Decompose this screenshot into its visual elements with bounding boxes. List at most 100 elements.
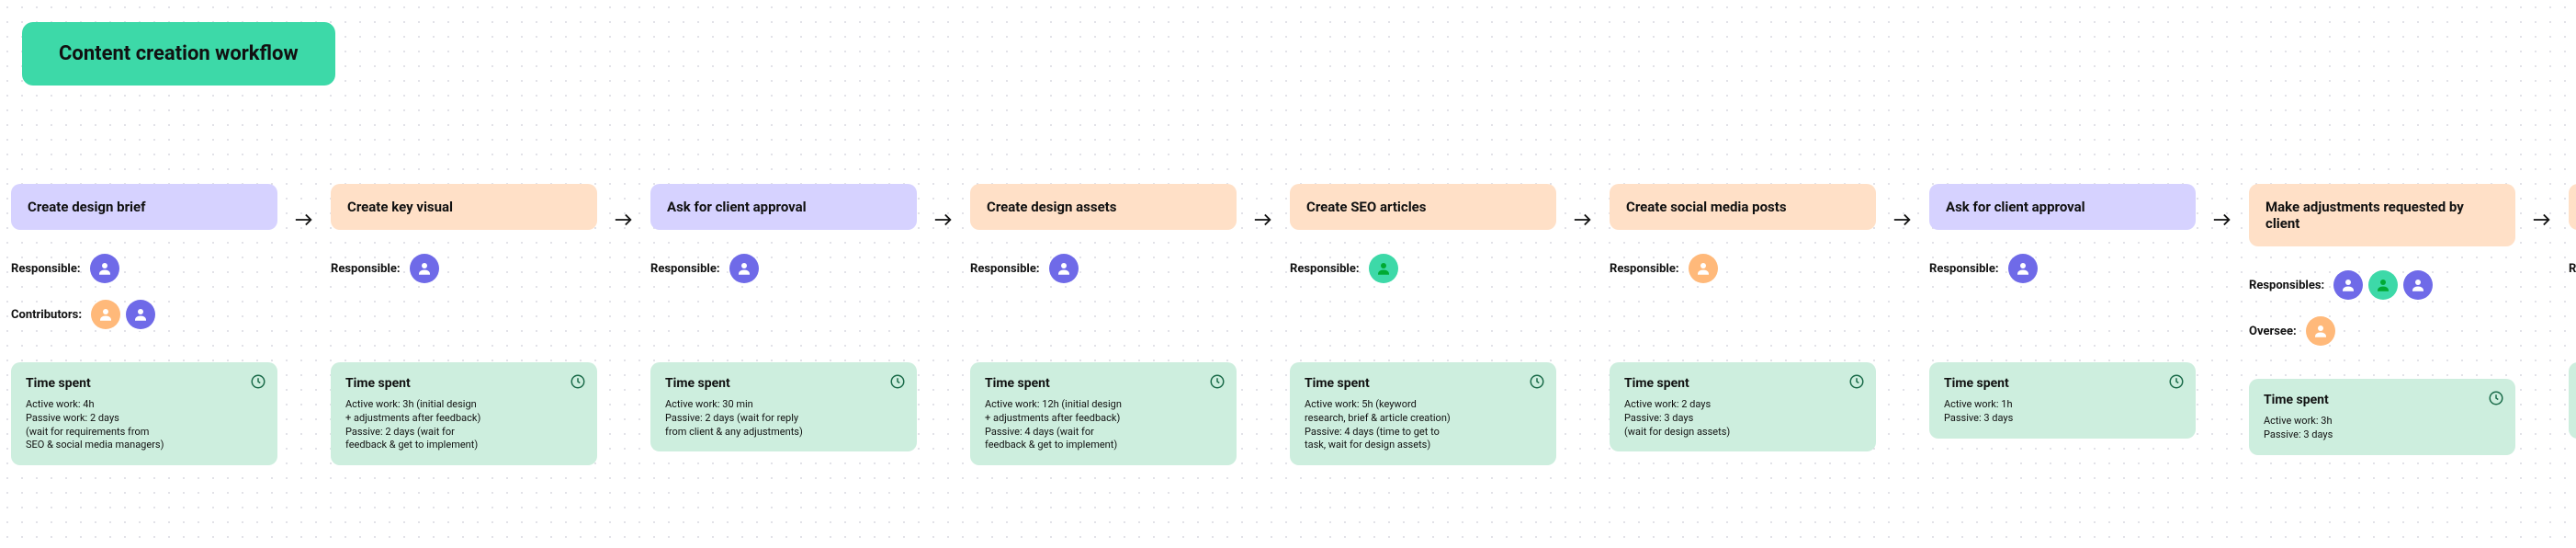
time-heading: Time spent — [1624, 375, 1861, 393]
arrow-icon — [614, 211, 634, 228]
people-block: Responsible: — [331, 254, 597, 346]
arrow-icon — [933, 211, 954, 228]
avatar[interactable] — [2403, 270, 2433, 300]
time-line: Active work: 12h (initial design — [985, 398, 1222, 412]
people-label: Oversee: — [2249, 325, 2297, 338]
workflow-step: Create design brief Responsible: Contribut… — [11, 184, 277, 465]
time-heading: Time spent — [665, 375, 902, 393]
people-block: Responsible: — [650, 254, 917, 346]
people-block: Responsible: — [2569, 254, 2576, 346]
time-card: Time spent Active work: 1hPassive: 3 days — [1929, 362, 2196, 439]
arrow-icon — [1892, 211, 1913, 228]
people-row: Responsible: — [1290, 254, 1556, 283]
avatar-group — [91, 300, 155, 329]
step-title: Create social media posts — [1626, 199, 1787, 215]
time-line: Passive: 3 days — [1944, 412, 2181, 426]
step-title: Create SEO articles — [1306, 199, 1426, 215]
clock-icon — [2488, 390, 2504, 406]
step-card[interactable]: Ask for client approval — [650, 184, 917, 230]
avatar-group — [2333, 270, 2433, 300]
workflow-title: Content creation workflow — [22, 22, 335, 86]
people-row: Responsible: — [331, 254, 597, 283]
avatar-group — [2008, 254, 2038, 283]
avatar-group — [410, 254, 439, 283]
people-row: Responsible: — [970, 254, 1237, 283]
step-card[interactable]: Ask for client approval — [1929, 184, 2196, 230]
people-row: Responsible: — [650, 254, 917, 283]
time-line: SEO & social media managers) — [26, 439, 263, 452]
step-card[interactable]: Create design brief — [11, 184, 277, 230]
people-block: Responsible: Contributors: — [11, 254, 277, 346]
step-title: Make adjustments requested by client — [2265, 199, 2499, 232]
time-line: research, brief & article creation) — [1305, 412, 1542, 426]
avatar[interactable] — [126, 300, 155, 329]
time-card: Time spentActive work: 3h (initial desig… — [331, 362, 597, 465]
workflow-step: Ask for client approval Responsible: Time … — [650, 184, 917, 451]
avatar[interactable] — [2306, 316, 2335, 346]
people-label: Responsible: — [331, 262, 401, 276]
people-row: Responsible: — [1610, 254, 1876, 283]
time-line: + adjustments after feedback) — [345, 412, 582, 426]
time-card: Time spentActive work: 2 daysPassive: 3 … — [1610, 362, 1876, 451]
workflow-step: Create design assets Responsible: Time spe… — [970, 184, 1237, 465]
time-line: from client & any adjustments) — [665, 426, 902, 440]
time-line: Active work: 1h — [1944, 398, 2181, 412]
clock-icon — [1848, 373, 1865, 390]
arrow-icon — [294, 211, 314, 228]
people-label: Responsible: — [1290, 262, 1360, 276]
step-card[interactable]: Create design assets — [970, 184, 1237, 230]
time-line: Passive: 2 days (wait for — [345, 426, 582, 440]
people-row: Responsible: — [2569, 254, 2576, 283]
avatar[interactable] — [1049, 254, 1079, 283]
time-card: Time spentActive work: 3hPassive: 3 days — [2249, 379, 2515, 455]
workflow-step: Provide final content pieces Responsible:… — [2569, 184, 2576, 439]
workflow-step: Ask for client approval Responsible: Time … — [1929, 184, 2196, 439]
time-line: feedback & get to implement) — [345, 439, 582, 452]
avatar[interactable] — [90, 254, 119, 283]
avatar[interactable] — [2333, 270, 2363, 300]
avatar[interactable] — [410, 254, 439, 283]
avatar[interactable] — [91, 300, 120, 329]
avatar[interactable] — [729, 254, 759, 283]
time-line: Active work: 3h (initial design — [345, 398, 582, 412]
step-title: Create design assets — [987, 199, 1116, 215]
arrow-icon — [1573, 211, 1593, 228]
step-card[interactable]: Provide final content pieces — [2569, 184, 2576, 230]
avatar[interactable] — [2368, 270, 2398, 300]
time-line: Active work: 3h — [2264, 415, 2501, 428]
step-card[interactable]: Create key visual — [331, 184, 597, 230]
people-label: Responsible: — [1929, 262, 1999, 276]
time-line: + adjustments after feedback) — [985, 412, 1222, 426]
people-label: Responsible: — [650, 262, 720, 276]
time-line: Active work: 4h — [26, 398, 263, 412]
time-heading: Time spent — [1944, 375, 2181, 393]
time-card: Time spentActive work: 3hActive work: 1 … — [2569, 362, 2576, 439]
avatar[interactable] — [2008, 254, 2038, 283]
people-row: Responsible: — [11, 254, 277, 283]
clock-icon — [1529, 373, 1545, 390]
avatar-group — [2306, 316, 2335, 346]
avatar-group — [1689, 254, 1718, 283]
clock-icon — [2168, 373, 2185, 390]
time-heading: Time spent — [985, 375, 1222, 393]
people-row: Oversee: — [2249, 316, 2515, 346]
workflow-step: Make adjustments requested by clientResp… — [2249, 184, 2515, 455]
avatar[interactable] — [1369, 254, 1398, 283]
time-line: Active work: 5h (keyword — [1305, 398, 1542, 412]
step-card[interactable]: Create SEO articles — [1290, 184, 1556, 230]
clock-icon — [570, 373, 586, 390]
time-heading: Time spent — [2264, 392, 2501, 409]
people-row: Contributors: — [11, 300, 277, 329]
step-title: Create design brief — [28, 199, 146, 215]
time-line: task, wait for design assets) — [1305, 439, 1542, 452]
time-line: (wait for design assets) — [1624, 426, 1861, 440]
time-line: Passive: 2 days (wait for reply — [665, 412, 902, 426]
avatar[interactable] — [1689, 254, 1718, 283]
time-card: Time spentActive work: 4hPassive work: 2… — [11, 362, 277, 465]
step-card[interactable]: Make adjustments requested by client — [2249, 184, 2515, 246]
step-card[interactable]: Create social media posts — [1610, 184, 1876, 230]
avatar-group — [90, 254, 119, 283]
time-card: Time spentActive work: 5h (keywordresear… — [1290, 362, 1556, 465]
time-line: Passive: 3 days — [1624, 412, 1861, 426]
clock-icon — [889, 373, 906, 390]
